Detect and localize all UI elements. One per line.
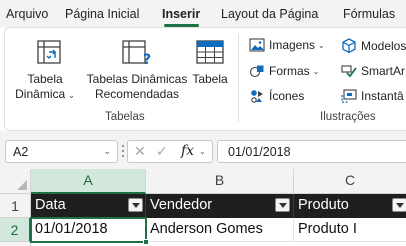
header-produto-label: Produto	[298, 197, 349, 213]
recommended-pivot-tables-button[interactable]: ? Tabelas Dinâmicas Recomendadas	[85, 36, 189, 106]
chevron-down-icon[interactable]: ⌄	[199, 147, 206, 156]
shapes-label: Formas	[269, 64, 310, 78]
image-icon	[249, 38, 265, 52]
cube-icon	[342, 38, 356, 53]
tab-pagina-inicial[interactable]: Página Inicial	[65, 7, 139, 21]
models-3d-button[interactable]: Modelos	[341, 38, 406, 53]
name-box-value: A2	[13, 145, 29, 159]
header-vendedor-label: Vendedor	[150, 197, 213, 213]
filter-dropdown-icon[interactable]	[275, 198, 290, 212]
smartart-button[interactable]: SmartAr	[341, 64, 405, 78]
tab-arquivo[interactable]: Arquivo	[6, 7, 48, 21]
recommended-label-line2: Recomendadas	[94, 87, 180, 101]
smartart-icon	[341, 65, 357, 78]
table-button[interactable]: Tabela	[191, 36, 229, 106]
filter-dropdown-icon[interactable]	[128, 198, 143, 212]
ribbon-tab-bar: Arquivo Página Inicial Inserir Layout da…	[0, 0, 406, 28]
enter-check-icon[interactable]: ✓	[156, 143, 168, 160]
screenshot-button[interactable]: Instantâ	[341, 89, 404, 103]
tab-layout-da-pagina[interactable]: Layout da Página	[221, 7, 318, 21]
icons-gallery-icon	[251, 90, 263, 103]
table-header-cell-produto[interactable]: Produto	[294, 194, 406, 218]
cell-c2[interactable]: Produto I	[294, 218, 406, 242]
column-header-c[interactable]: C	[294, 169, 406, 194]
group-label-tabelas: Tabelas	[105, 111, 145, 123]
formula-bar-area: A2 ⌄ ✕ ✓ fx ⌄ 01/01/2018	[0, 131, 406, 169]
formula-input[interactable]: 01/01/2018	[217, 140, 406, 163]
ribbon-panel: Tabela Dinâmica ⌄ ? Tabelas Dinâmicas Rec…	[4, 27, 406, 131]
chevron-down-icon: ⌄	[318, 40, 325, 50]
header-data-label: Data	[35, 197, 66, 213]
formula-value: 01/01/2018	[228, 145, 291, 159]
active-cell-border	[30, 217, 147, 243]
chevron-down-icon: ⌄	[68, 91, 75, 100]
models-label: Modelos	[361, 38, 406, 53]
group-divider	[238, 34, 239, 122]
chevron-down-icon: ⌄	[312, 66, 320, 76]
formula-controls: ✕ ✓ fx ⌄	[127, 140, 213, 163]
resize-handle-icon[interactable]	[120, 141, 126, 161]
pivot-label-line2: Dinâmica	[15, 87, 66, 101]
column-header-a[interactable]: A	[31, 169, 146, 194]
icons-button[interactable]: Ícones	[249, 89, 304, 103]
shapes-icon	[249, 65, 264, 78]
table-header-cell-data[interactable]: Data	[31, 194, 146, 218]
icons-label: Ícones	[269, 89, 305, 103]
images-button[interactable]: Imagens ⌄	[249, 38, 325, 52]
chevron-down-icon[interactable]: ⌄	[103, 146, 111, 157]
table-header-cell-vendedor[interactable]: Vendedor	[146, 194, 294, 218]
smartart-label: SmartAr	[361, 64, 406, 78]
table-label: Tabela	[192, 72, 228, 86]
table-icon	[196, 40, 224, 64]
screenshot-icon	[341, 89, 357, 103]
pivot-table-button[interactable]: Tabela Dinâmica ⌄	[15, 36, 75, 106]
row-header-3[interactable]	[0, 242, 31, 246]
shapes-button[interactable]: Formas ⌄	[249, 64, 319, 78]
tab-inserir[interactable]: Inserir	[162, 7, 200, 21]
name-box[interactable]: A2 ⌄	[5, 140, 118, 163]
worksheet-grid: A B C 1 2 Data Vendedor Produto 01/01/20…	[0, 169, 406, 246]
group-label-ilustracoes: Ilustrações	[320, 111, 376, 123]
svg-text:?: ?	[143, 52, 151, 66]
row-header-2[interactable]: 2	[0, 218, 31, 242]
fill-handle[interactable]	[143, 239, 149, 245]
pivot-table-icon	[37, 40, 61, 64]
cancel-icon[interactable]: ✕	[134, 143, 146, 160]
pivot-label-line1: Tabela	[27, 72, 63, 86]
recommended-pivot-icon: ?	[122, 40, 151, 66]
filter-dropdown-icon[interactable]	[392, 198, 406, 212]
images-label: Imagens	[269, 38, 316, 52]
tab-formulas[interactable]: Fórmulas	[343, 7, 395, 21]
insert-function-button[interactable]: fx	[181, 143, 194, 159]
recommended-label-line1: Tabelas Dinâmicas	[86, 72, 188, 86]
select-all-triangle-icon	[17, 180, 27, 190]
cell-b2[interactable]: Anderson Gomes	[146, 218, 294, 242]
column-header-b[interactable]: B	[146, 169, 294, 194]
select-all-button[interactable]	[0, 169, 31, 194]
screenshot-label: Instantâ	[361, 89, 404, 103]
row-header-1[interactable]: 1	[0, 194, 31, 218]
